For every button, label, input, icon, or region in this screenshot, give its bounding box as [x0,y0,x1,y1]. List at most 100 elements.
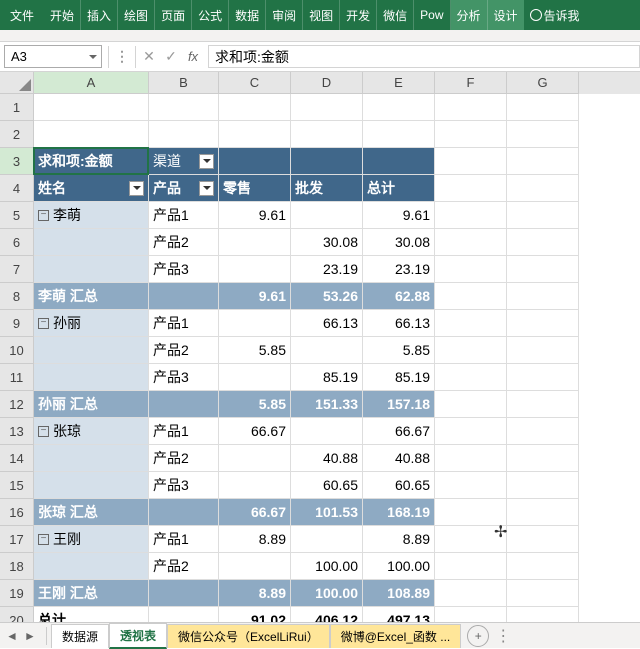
cell[interactable] [149,580,219,607]
pivot-product[interactable]: 产品2 [149,553,219,580]
pivot-val-total[interactable]: 85.19 [363,364,435,391]
filter-product-icon[interactable] [199,181,214,196]
cell[interactable] [363,121,435,148]
cell[interactable] [435,499,507,526]
pivot-val-wholesale[interactable]: 85.19 [291,364,363,391]
pivot-val-retail[interactable]: 9.61 [219,202,291,229]
cell[interactable] [435,202,507,229]
cell[interactable] [149,94,219,121]
pivot-val-wholesale[interactable]: 40.88 [291,445,363,472]
ribbon-tab-home[interactable]: 开始 [44,0,81,30]
pivot-subtotal-wholesale[interactable]: 151.33 [291,391,363,418]
pivot-val-retail[interactable] [219,472,291,499]
cell[interactable] [507,553,579,580]
cell[interactable] [435,148,507,175]
col-header-D[interactable]: D [291,72,363,94]
cell[interactable] [291,94,363,121]
sheet-tab-pivot[interactable]: 透视表 [109,623,167,649]
row-header-13[interactable]: 13 [0,418,34,445]
ribbon-tab-design[interactable]: 设计 [488,0,524,30]
cell[interactable] [149,391,219,418]
col-header-C[interactable]: C [219,72,291,94]
pivot-val-wholesale[interactable] [291,202,363,229]
row-header-17[interactable]: 17 [0,526,34,553]
cell[interactable] [435,229,507,256]
pivot-subtotal-total[interactable]: 168.19 [363,499,435,526]
cell[interactable] [435,526,507,553]
ribbon-tab-analyze[interactable]: 分析 [451,0,488,30]
row-header-4[interactable]: 4 [0,175,34,202]
pivot-product[interactable]: 产品2 [149,229,219,256]
pivot-val-wholesale[interactable] [291,418,363,445]
cell[interactable] [507,175,579,202]
tab-nav-next-icon[interactable]: ► [22,628,38,644]
cell[interactable] [219,94,291,121]
collapse-icon[interactable]: − [38,210,49,221]
cell[interactable] [219,121,291,148]
cell[interactable] [435,445,507,472]
collapse-icon[interactable]: − [38,318,49,329]
pivot-subtotal-wholesale[interactable]: 101.53 [291,499,363,526]
row-header-1[interactable]: 1 [0,94,34,121]
ribbon-tab-file[interactable]: 文件 [4,0,40,30]
cell[interactable] [507,310,579,337]
row-header-16[interactable]: 16 [0,499,34,526]
cells-area[interactable]: ✢ 求和项:金额渠道姓名产品零售批发总计−李萌产品19.619.61产品230.… [34,94,640,634]
ribbon-tab-formula[interactable]: 公式 [192,0,229,30]
pivot-val-total[interactable]: 30.08 [363,229,435,256]
pivot-product[interactable]: 产品1 [149,526,219,553]
tab-nav-prev-icon[interactable]: ◄ [4,628,20,644]
cell[interactable] [435,580,507,607]
cell[interactable] [435,175,507,202]
cell[interactable] [507,418,579,445]
pivot-subtotal-label[interactable]: 孙丽 汇总 [34,391,149,418]
pivot-val-wholesale[interactable] [291,337,363,364]
cell[interactable] [291,121,363,148]
pivot-val-retail[interactable]: 5.85 [219,337,291,364]
cell[interactable] [149,121,219,148]
pivot-subtotal-wholesale[interactable]: 100.00 [291,580,363,607]
cell[interactable] [363,148,435,175]
pivot-val-total[interactable]: 40.88 [363,445,435,472]
sheet-tab-weibo[interactable]: 微博@Excel_函数 ... [330,624,462,648]
enter-icon[interactable]: ✓ [160,46,182,68]
pivot-subtotal-retail[interactable]: 5.85 [219,391,291,418]
pivot-val-total[interactable]: 100.00 [363,553,435,580]
cell[interactable] [507,472,579,499]
pivot-group-name[interactable]: −孙丽 [34,310,149,337]
row-header-5[interactable]: 5 [0,202,34,229]
pivot-val-total[interactable]: 23.19 [363,256,435,283]
pivot-subfield[interactable]: 产品 [149,175,219,202]
cell[interactable] [507,202,579,229]
cell[interactable] [435,94,507,121]
row-header-9[interactable]: 9 [0,310,34,337]
ribbon-tab-view[interactable]: 视图 [303,0,340,30]
row-header-2[interactable]: 2 [0,121,34,148]
cell[interactable] [435,553,507,580]
cell[interactable] [507,283,579,310]
cell[interactable] [507,148,579,175]
collapse-icon[interactable]: − [38,534,49,545]
pivot-group-name[interactable]: −李萌 [34,202,149,229]
ribbon-tab-insert[interactable]: 插入 [81,0,118,30]
pivot-subtotal-total[interactable]: 108.89 [363,580,435,607]
pivot-val-total[interactable]: 60.65 [363,472,435,499]
pivot-rowfield[interactable]: 姓名 [34,175,149,202]
cell[interactable] [507,445,579,472]
ribbon-tab-page[interactable]: 页面 [155,0,192,30]
col-total[interactable]: 总计 [363,175,435,202]
pivot-group-cont[interactable] [34,445,149,472]
cell[interactable] [34,121,149,148]
pivot-val-retail[interactable] [219,256,291,283]
col-retail[interactable]: 零售 [219,175,291,202]
cell[interactable] [507,337,579,364]
cell[interactable] [507,391,579,418]
row-header-3[interactable]: 3 [0,148,34,175]
cell[interactable] [435,418,507,445]
cell[interactable] [291,148,363,175]
pivot-subtotal-total[interactable]: 62.88 [363,283,435,310]
cell[interactable] [435,364,507,391]
pivot-subtotal-total[interactable]: 157.18 [363,391,435,418]
pivot-group-cont[interactable] [34,337,149,364]
pivot-val-wholesale[interactable]: 60.65 [291,472,363,499]
